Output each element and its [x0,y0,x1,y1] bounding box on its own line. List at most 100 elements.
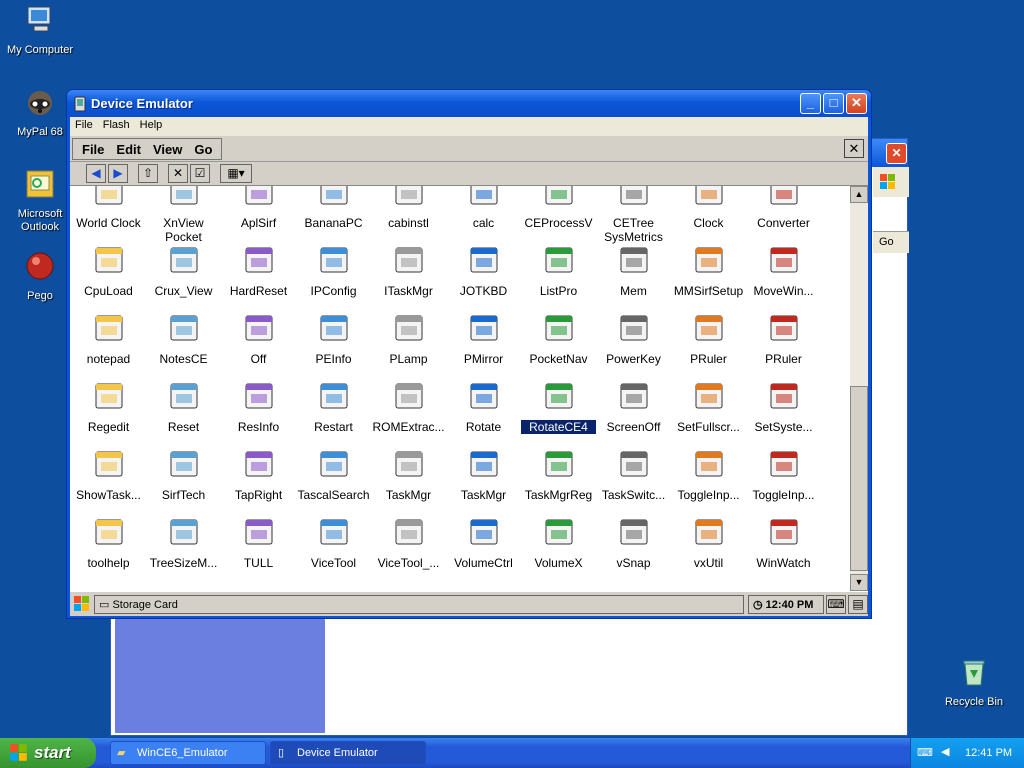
file-item[interactable]: TaskMgr [371,448,446,502]
file-item[interactable]: VolumeCtrl [446,516,521,570]
computer-icon [27,6,51,32]
ce-menu-edit[interactable]: Edit [110,139,147,157]
file-item[interactable]: IPConfig [296,244,371,298]
file-item[interactable]: PEInfo [296,312,371,366]
ce-menu-go[interactable]: Go [188,139,218,157]
file-item[interactable]: PowerKey [596,312,671,366]
file-item[interactable]: PRuler [671,312,746,366]
up-folder-icon[interactable]: ⇧ [138,164,158,183]
file-item[interactable]: ListPro [521,244,596,298]
back-icon[interactable]: ◀ [86,164,106,183]
application-icon [395,519,422,545]
file-item[interactable]: ITaskMgr [371,244,446,298]
file-item[interactable]: ViceTool [296,516,371,570]
file-item[interactable]: HardReset [221,244,296,298]
file-item[interactable]: CpuLoad [71,244,146,298]
ce-task-address[interactable]: ▭ Storage Card [94,595,744,614]
file-item[interactable]: Off [221,312,296,366]
window-titlebar[interactable]: Device Emulator _ □ ✕ [67,90,871,117]
menu-help[interactable]: Help [135,117,168,133]
file-item[interactable]: PocketNav [521,312,596,366]
back-arrow-tray-icon[interactable]: ◀ [941,745,949,758]
file-item[interactable]: Crux_View [146,244,221,298]
file-item[interactable]: TaskMgr [446,448,521,502]
file-item[interactable]: ViceTool_... [371,516,446,570]
file-item[interactable]: notepad [71,312,146,366]
file-item[interactable]: TaskSwitc... [596,448,671,502]
ce-start-icon[interactable] [73,595,91,613]
file-item[interactable]: Clock [671,186,746,230]
file-item[interactable]: TULL [221,516,296,570]
file-item[interactable]: MoveWin... [746,244,821,298]
view-menu-icon[interactable]: ▦▾ [220,164,252,183]
file-item[interactable]: toolhelp [71,516,146,570]
file-item[interactable]: CEProcessV [521,186,596,230]
file-item[interactable]: ResInfo [221,380,296,434]
file-item[interactable]: PLamp [371,312,446,366]
background-window-close-button[interactable]: ✕ [886,143,907,164]
scroll-down-icon[interactable]: ▼ [850,574,868,591]
device-emulator-window[interactable]: Device Emulator _ □ ✕ File Flash Help File… [66,89,872,619]
close-button[interactable]: ✕ [846,93,867,114]
ce-menu-file[interactable]: File [76,139,110,157]
file-item[interactable]: Restart [296,380,371,434]
maximize-button[interactable]: □ [823,93,844,114]
file-item[interactable]: BananaPC [296,186,371,230]
file-item[interactable]: TaskMgrReg [521,448,596,502]
desktop-icon-recycle-bin[interactable]: Recycle Bin [934,656,1014,709]
file-item[interactable]: calc [446,186,521,230]
ce-menu-view[interactable]: View [147,139,188,157]
file-item[interactable]: NotesCE [146,312,221,366]
file-item[interactable]: Converter [746,186,821,230]
file-item[interactable]: vxUtil [671,516,746,570]
file-item[interactable]: TreeSizeM... [146,516,221,570]
menu-file[interactable]: File [70,117,98,133]
forward-icon[interactable]: ▶ [108,164,128,183]
file-item[interactable]: ToggleInp... [671,448,746,502]
file-item[interactable]: CETree SysMetrics [596,186,671,244]
file-item[interactable]: SirfTech [146,448,221,502]
taskbar-item-wince6[interactable]: ▰ WinCE6_Emulator [110,741,266,765]
taskbar-item-device-emulator[interactable]: ▯ Device Emulator [270,741,426,765]
folder-icon: ▰ [117,747,126,759]
scrollbar-thumb[interactable] [850,386,868,571]
file-item[interactable]: VolumeX [521,516,596,570]
file-item[interactable]: TascalSearch [296,448,371,502]
file-item[interactable]: cabinstl [371,186,446,230]
file-item[interactable]: ShowTask... [71,448,146,502]
file-item[interactable]: RotateCE4 [520,380,597,435]
desktop-icon-my-computer[interactable]: My Computer [0,4,80,57]
file-item[interactable]: AplSirf [221,186,296,230]
file-item[interactable]: SetSyste... [746,380,821,434]
file-item-label: HardReset [229,284,288,298]
file-item[interactable]: ROMExtrac... [371,380,446,434]
minimize-button[interactable]: _ [800,93,821,114]
delete-icon[interactable]: ✕ [168,164,188,183]
file-item[interactable]: PMirror [446,312,521,366]
menu-flash[interactable]: Flash [98,117,135,133]
file-item[interactable]: PRuler [746,312,821,366]
file-item[interactable]: vSnap [596,516,671,570]
properties-icon[interactable]: ☑ [190,164,210,183]
keyboard-tray-icon[interactable]: ⌨ [917,746,933,759]
file-item[interactable]: Mem [596,244,671,298]
file-item[interactable]: Rotate [446,380,521,434]
file-item[interactable]: World Clock [71,186,146,230]
file-item[interactable]: Reset [146,380,221,434]
ce-close-button[interactable]: ✕ [844,139,864,158]
file-item[interactable]: MMSirfSetup [671,244,746,298]
background-window-go-button[interactable]: Go [873,231,909,253]
file-item[interactable]: TapRight [221,448,296,502]
scroll-up-icon[interactable]: ▲ [850,186,868,203]
file-item[interactable]: ScreenOff [596,380,671,434]
vertical-scrollbar[interactable]: ▲ ▼ [850,186,868,591]
file-item[interactable]: XnView Pocket [146,186,221,244]
file-item[interactable]: JOTKBD [446,244,521,298]
start-button[interactable]: start [0,738,96,768]
desktop-icon[interactable]: ▤ [848,595,868,614]
file-item[interactable]: WinWatch [746,516,821,570]
file-item[interactable]: ToggleInp... [746,448,821,502]
file-item[interactable]: Regedit [71,380,146,434]
file-item[interactable]: SetFullscr... [671,380,746,434]
keyboard-icon[interactable]: ⌨ [826,595,846,614]
